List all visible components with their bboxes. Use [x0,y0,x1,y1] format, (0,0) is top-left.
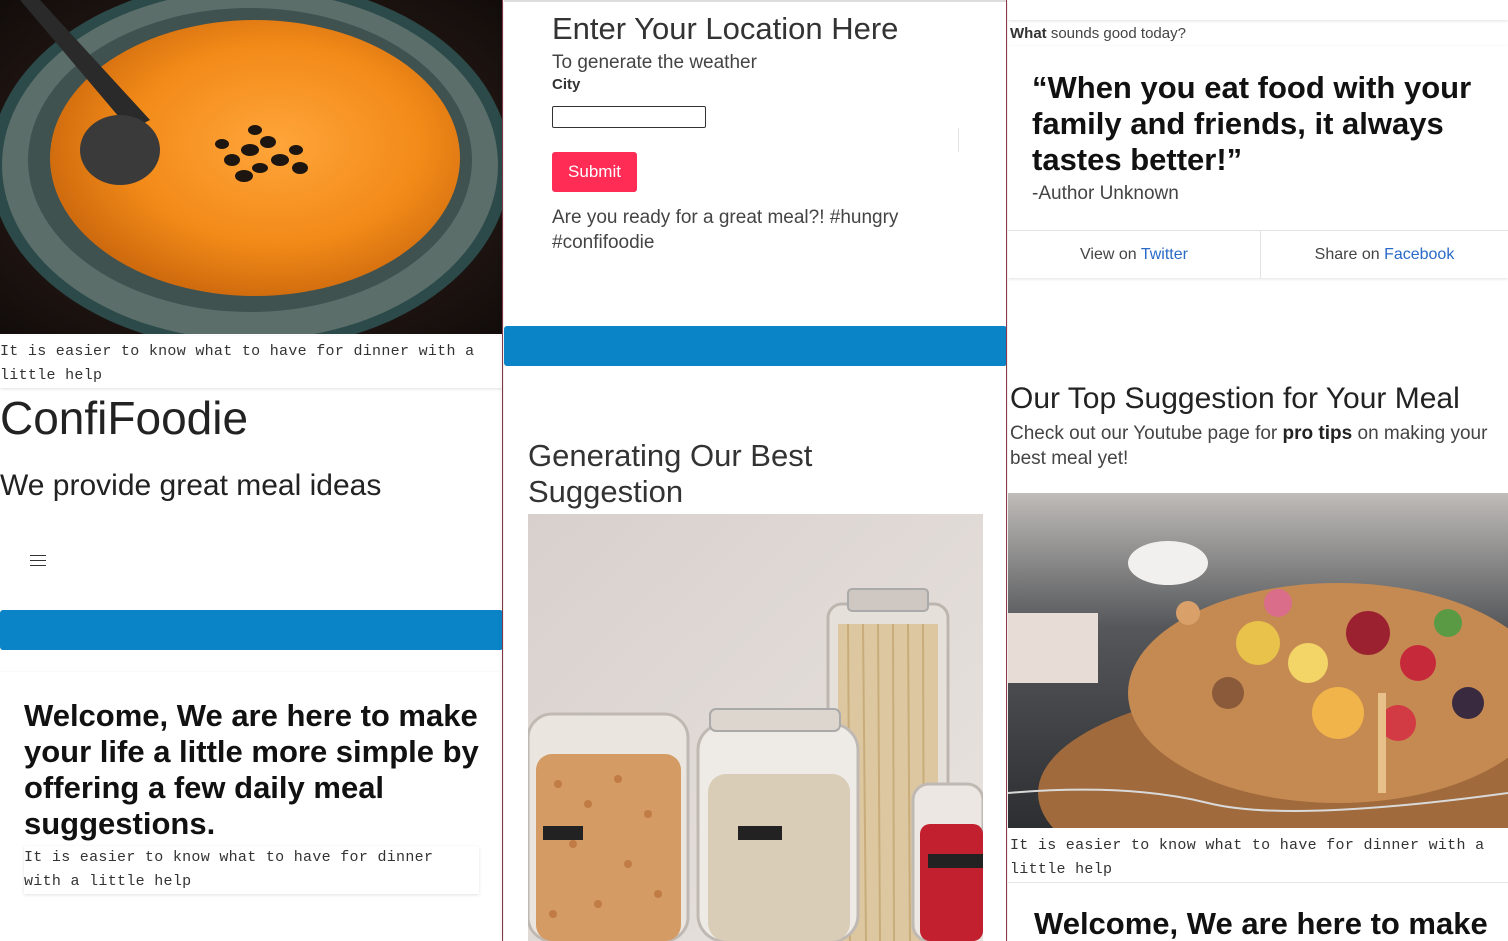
tagline: We provide great meal ideas [0,469,382,502]
caption: It is easier to know what to have for di… [1010,837,1485,878]
quote-author: -Author Unknown [1032,183,1179,204]
top-strip [1008,0,1508,20]
location-heading: Enter Your Location Here [552,11,899,46]
submit-button[interactable]: Submit [552,152,637,192]
platter-image [1008,493,1508,828]
city-input[interactable] [552,106,706,128]
welcome-heading: Welcome, We are here to make your life a… [24,698,479,841]
top-divider [504,0,1006,2]
vertical-divider [958,128,959,152]
top-suggestion-heading: Our Top Suggestion for Your Meal [1010,382,1460,415]
prompt-rest: sounds good today? [1046,25,1186,42]
panel-right: What sounds good today? “When you eat fo… [1008,0,1508,941]
view-on-twitter[interactable]: View on Twitter [1008,244,1260,266]
soup-image [0,0,502,334]
jars-image [528,514,983,941]
location-subtext: To generate the weather [552,52,757,73]
welcome-partial-heading: Welcome, We are here to make [1034,906,1488,941]
share-on-facebook[interactable]: Share on Facebook [1261,244,1508,266]
youtube-text: Check out our Youtube page for pro tips … [1010,421,1505,471]
caption-top: It is easier to know what to have for di… [0,343,475,384]
prompt-bold: What [1010,25,1047,42]
brand-title: ConfiFoodie [0,392,249,444]
panel-middle: Enter Your Location Here To generate the… [504,0,1007,941]
hamburger-menu-icon[interactable] [30,551,50,567]
caption-bottom: It is easier to know what to have for di… [24,846,479,894]
caption-top-card: It is easier to know what to have for di… [0,336,502,388]
facebook-link[interactable]: Facebook [1384,246,1454,263]
prompt-text: What sounds good today? [1010,24,1186,44]
blue-banner [504,326,1006,366]
share-prefix: Share on [1314,246,1385,263]
youtube-text-1: Check out our Youtube page for [1010,423,1283,444]
view-prefix: View on [1080,246,1141,263]
ready-text: Are you ready for a great meal?! #hungry… [552,207,899,253]
welcome-card: Welcome, We are here to make your life a… [0,672,502,941]
quote-text: “When you eat food with your family and … [1032,70,1472,177]
panel-left: It is easier to know what to have for di… [0,0,503,941]
city-label: City [552,76,581,93]
blue-banner [0,610,502,650]
youtube-bold: pro tips [1282,423,1353,444]
quote-card: “When you eat food with your family and … [1008,46,1508,278]
caption-divider [1008,882,1508,883]
twitter-link[interactable]: Twitter [1141,246,1188,263]
generating-heading: Generating Our Best Suggestion [528,438,813,509]
card-footer-divider [1008,230,1508,231]
